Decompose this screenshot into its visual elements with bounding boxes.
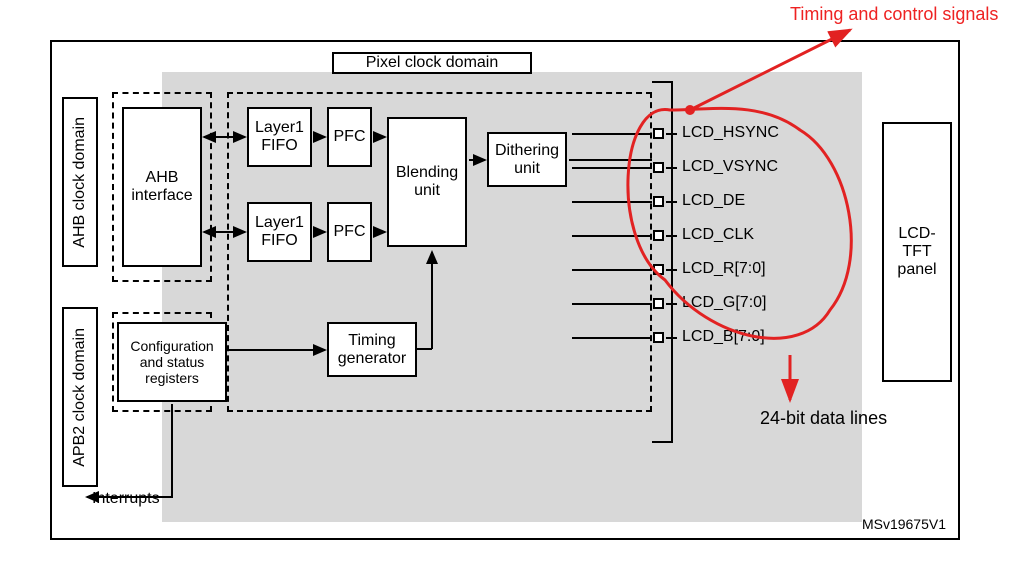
pad-vsync	[653, 162, 664, 173]
ahb-interface-label: AHB interface	[126, 169, 198, 205]
layer2-fifo-block: Layer1 FIFO	[247, 202, 312, 262]
ahb-clock-domain-label: AHB clock domain	[71, 117, 89, 248]
figure-id: MSv19675V1	[862, 516, 946, 532]
pixel-clock-title-text: Pixel clock domain	[366, 54, 499, 72]
ahb-clock-domain-box: AHB clock domain	[62, 97, 98, 267]
layer1-fifo-label: Layer1 FIFO	[251, 119, 308, 155]
layer1-fifo-block: Layer1 FIFO	[247, 107, 312, 167]
diagram-frame: Pixel clock domain AHB clock domain APB2…	[50, 40, 960, 540]
signal-hsync: LCD_HSYNC	[682, 124, 779, 142]
signal-clk: LCD_CLK	[682, 226, 754, 244]
apb-clock-domain-label: APB2 clock domain	[71, 328, 89, 467]
pfc1-block: PFC	[327, 107, 372, 167]
pad-hsync	[653, 128, 664, 139]
timing-generator-block: Timing generator	[327, 322, 417, 377]
pad-g	[653, 298, 664, 309]
signal-vsync: LCD_VSYNC	[682, 158, 778, 176]
annotation-timing-control: Timing and control signals	[790, 4, 998, 25]
lcd-tft-panel-block: LCD-TFT panel	[882, 122, 952, 382]
dithering-unit-block: Dithering unit	[487, 132, 567, 187]
ahb-interface-block: AHB interface	[122, 107, 202, 267]
pfc2-label: PFC	[334, 223, 366, 241]
config-registers-label: Configuration and status registers	[121, 338, 223, 386]
pfc1-label: PFC	[334, 128, 366, 146]
lcd-tft-panel-label: LCD-TFT panel	[887, 225, 947, 279]
dithering-unit-label: Dithering unit	[491, 142, 563, 178]
pixel-clock-title: Pixel clock domain	[332, 52, 532, 74]
interrupts-label: Interrupts	[92, 490, 160, 508]
signal-r: LCD_R[7:0]	[682, 260, 766, 278]
signal-g: LCD_G[7:0]	[682, 294, 766, 312]
blending-unit-block: Blending unit	[387, 117, 467, 247]
signal-de: LCD_DE	[682, 192, 745, 210]
apb-clock-domain-box: APB2 clock domain	[62, 307, 98, 487]
pad-b	[653, 332, 664, 343]
pad-r	[653, 264, 664, 275]
config-registers-block: Configuration and status registers	[117, 322, 227, 402]
signal-b: LCD_B[7:0]	[682, 328, 765, 346]
pad-de	[653, 196, 664, 207]
pad-clk	[653, 230, 664, 241]
blending-unit-label: Blending unit	[391, 164, 463, 200]
timing-generator-label: Timing generator	[331, 332, 413, 368]
layer2-fifo-label: Layer1 FIFO	[251, 214, 308, 250]
pfc2-block: PFC	[327, 202, 372, 262]
annotation-data-lines: 24-bit data lines	[760, 408, 887, 429]
